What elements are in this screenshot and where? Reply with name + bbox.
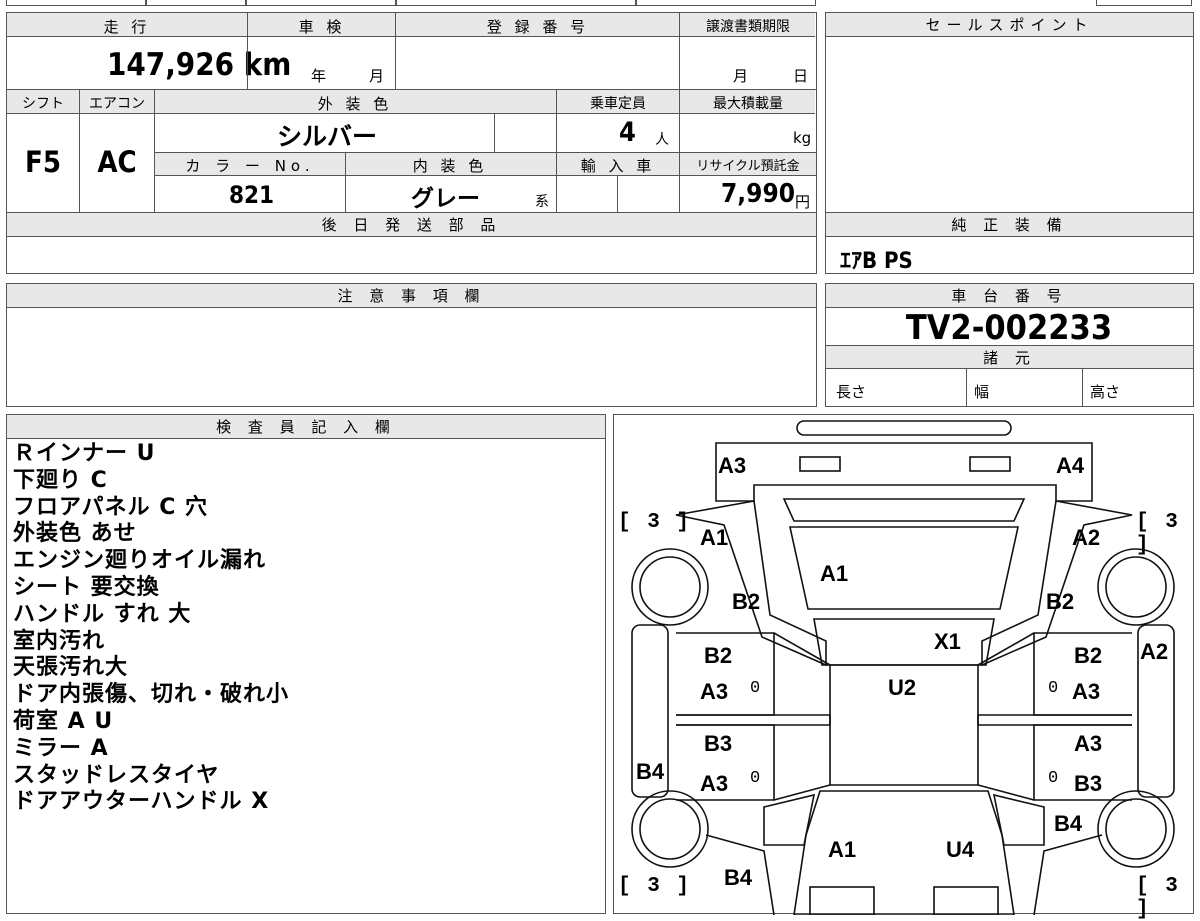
shift-value: F5 bbox=[25, 145, 61, 179]
damage-mark: B2 bbox=[704, 643, 733, 668]
exterior-color-value: シルバー bbox=[277, 122, 378, 151]
damage-mark: U4 bbox=[946, 837, 975, 862]
inspector-note: シート 要交換 bbox=[13, 574, 160, 600]
inspector-note: ドアアウターハンドル X bbox=[13, 789, 270, 815]
damage-mark: X1 bbox=[934, 629, 961, 654]
car-diagram-box: [ 3 ] [ 3 ] [ 3 ] [ 3 ] A3 A4 A1 A2 A1 B… bbox=[613, 414, 1194, 921]
damage-mark: A2 bbox=[1072, 525, 1101, 550]
inspector-note: ドア内張傷、切れ・破れ小 bbox=[13, 682, 290, 708]
capacity-label: 乗車定員 bbox=[590, 96, 646, 112]
spec-length: 長さ bbox=[836, 383, 867, 401]
chassis-label: 車 台 番 号 bbox=[951, 287, 1068, 305]
inspector-note: 天張汚れ大 bbox=[13, 655, 129, 681]
inspector-note: フロアパネル C 穴 bbox=[13, 494, 209, 520]
sales-point-box: セールスポイント bbox=[825, 12, 1194, 214]
inspector-notes-list: Ｒインナー U 下廻り C フロアパネル C 穴 外装色 あせ エンジン廻りオイ… bbox=[13, 441, 289, 816]
damage-mark: B3 bbox=[1074, 771, 1103, 796]
top-strip bbox=[0, 0, 1200, 8]
chassis-box: 車 台 番 号 TV2-002233 諸 元 長さ 幅 高さ bbox=[825, 283, 1194, 407]
interior-color-value: グレー bbox=[411, 186, 480, 212]
damage-mark: B4 bbox=[636, 759, 665, 784]
mileage-value: 147,926 km bbox=[107, 47, 292, 83]
max-load-unit: kg bbox=[793, 129, 812, 147]
standard-equipment-label: 純 正 装 備 bbox=[951, 216, 1068, 234]
transfer-month-unit: 月 bbox=[733, 67, 749, 85]
tire-tread-rear-left: [ 3 ] bbox=[618, 875, 692, 898]
standard-equipment-box: 純 正 装 備 ｴｱB PS bbox=[825, 212, 1194, 274]
inspector-box: 検 査 員 記 入 欄 Ｒインナー U 下廻り C フロアパネル C 穴 外装色… bbox=[6, 414, 606, 914]
inspector-note: エンジン廻りオイル漏れ bbox=[13, 548, 267, 574]
inspector-note: スタッドレスタイヤ bbox=[13, 762, 220, 788]
damage-mark: A2 bbox=[1140, 639, 1169, 664]
damage-mark: A1 bbox=[828, 837, 857, 862]
ac-label: エアコン bbox=[89, 96, 145, 112]
tire-tread-front-left: [ 3 ] bbox=[618, 511, 692, 534]
damage-mark: U2 bbox=[888, 675, 917, 700]
mileage-label: 走 行 bbox=[103, 18, 151, 36]
sales-point-label: セールスポイント bbox=[925, 16, 1094, 34]
tire-tread-rear-right: [ 3 ] bbox=[1136, 875, 1180, 921]
inspector-note: ハンドル すれ 大 bbox=[13, 601, 192, 627]
inspection-label: 車 検 bbox=[298, 18, 346, 36]
recycle-unit: 円 bbox=[795, 193, 811, 211]
inspector-note: Ｒインナー U bbox=[13, 441, 156, 466]
chassis-number: TV2-002233 bbox=[905, 308, 1113, 348]
spec-width: 幅 bbox=[974, 383, 990, 401]
damage-mark: A3 bbox=[1072, 679, 1101, 704]
repair-zero-mark: 0 bbox=[1048, 679, 1059, 698]
color-no-value: 821 bbox=[229, 181, 275, 209]
exterior-color-label: 外 装 色 bbox=[317, 95, 393, 113]
transfer-deadline-label: 譲渡書類期限 bbox=[706, 19, 790, 35]
repair-zero-mark: 0 bbox=[750, 769, 761, 788]
transfer-day-unit: 日 bbox=[793, 67, 809, 85]
damage-mark: A1 bbox=[820, 561, 849, 586]
specs-label: 諸 元 bbox=[983, 348, 1036, 367]
max-load-label: 最大積載量 bbox=[713, 96, 783, 112]
import-label: 輸 入 車 bbox=[580, 157, 656, 175]
inspection-year-unit: 年 bbox=[311, 67, 327, 85]
damage-mark: A3 bbox=[700, 771, 729, 796]
standard-equipment-value: ｴｱB PS bbox=[840, 249, 913, 274]
notes-label: 注 意 事 項 欄 bbox=[337, 287, 486, 305]
color-no-label: カ ラ ー No. bbox=[185, 157, 315, 175]
notes-box: 注 意 事 項 欄 bbox=[6, 283, 817, 407]
registration-label: 登 録 番 号 bbox=[486, 18, 590, 36]
inspector-note: 外装色 あせ bbox=[13, 521, 137, 547]
later-parts-box: 後 日 発 送 部 品 bbox=[6, 212, 817, 274]
inspector-label: 検 査 員 記 入 欄 bbox=[216, 418, 396, 436]
recycle-fee-value: 7,990 bbox=[721, 179, 795, 209]
spec-height: 高さ bbox=[1090, 383, 1121, 401]
recycle-label: リサイクル預託金 bbox=[696, 159, 800, 174]
interior-suffix: 系 bbox=[535, 194, 549, 210]
damage-mark: B2 bbox=[1074, 643, 1103, 668]
damage-mark: B4 bbox=[1054, 811, 1083, 836]
damage-mark: A3 bbox=[1074, 731, 1103, 756]
repair-zero-mark: 0 bbox=[750, 679, 761, 698]
damage-mark: B4 bbox=[724, 865, 753, 890]
inspector-note: 室内汚れ bbox=[13, 628, 106, 654]
capacity-unit: 人 bbox=[655, 132, 669, 148]
later-parts-label: 後 日 発 送 部 品 bbox=[321, 216, 502, 234]
inspection-month-unit: 月 bbox=[369, 67, 385, 85]
repair-zero-mark: 0 bbox=[1048, 769, 1059, 788]
damage-mark: A4 bbox=[1056, 453, 1085, 478]
inspector-note: 下廻り C bbox=[13, 467, 108, 493]
damage-mark: A3 bbox=[718, 453, 747, 478]
damage-mark: B2 bbox=[732, 589, 761, 614]
vehicle-info-box: 走 行 車 検 登 録 番 号 譲渡書類期限 147,926 km 年 月 月 … bbox=[6, 12, 817, 214]
shift-label: シフト bbox=[22, 96, 64, 112]
capacity-value: 4 bbox=[619, 117, 636, 148]
damage-mark: B3 bbox=[704, 731, 733, 756]
inspector-note: ミラー A bbox=[13, 735, 109, 761]
ac-value: AC bbox=[97, 145, 137, 179]
car-outline-diagram bbox=[631, 420, 1175, 915]
damage-mark: B2 bbox=[1046, 589, 1075, 614]
damage-mark: A1 bbox=[700, 525, 729, 550]
tire-tread-front-right: [ 3 ] bbox=[1136, 511, 1180, 557]
interior-color-label: 内 装 色 bbox=[412, 157, 488, 175]
damage-mark: A3 bbox=[700, 679, 729, 704]
inspector-note: 荷室 A U bbox=[13, 708, 114, 734]
